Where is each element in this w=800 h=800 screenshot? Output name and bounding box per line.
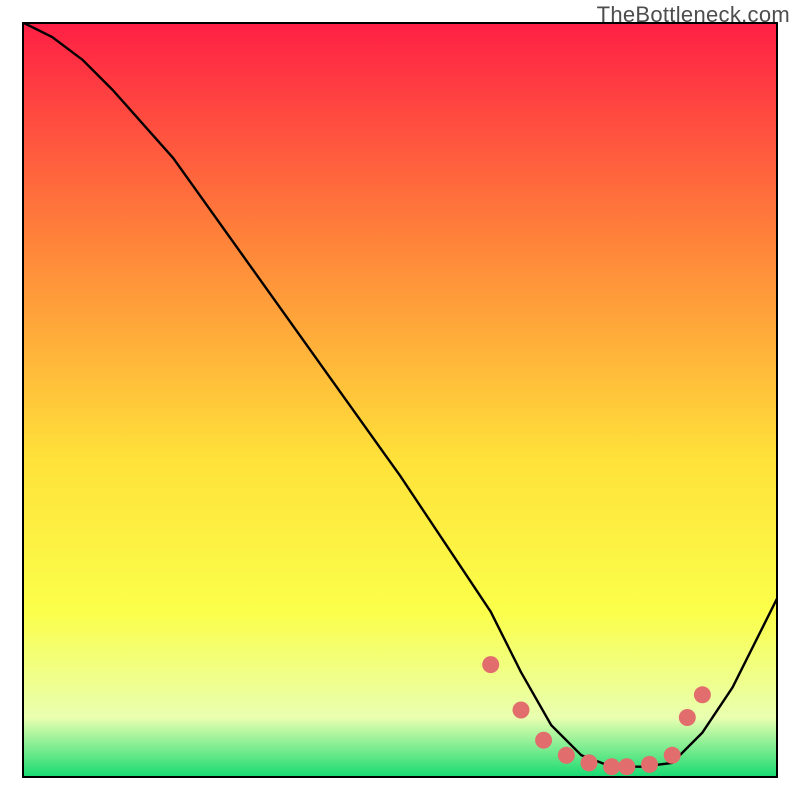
marker-point (558, 747, 575, 764)
marker-point (535, 732, 552, 749)
marker-point (664, 747, 681, 764)
marker-point (679, 709, 696, 726)
chart-frame: TheBottleneck.com (0, 0, 800, 800)
marker-point (618, 758, 635, 775)
chart-svg (22, 22, 778, 778)
gradient-background (22, 22, 778, 778)
watermark-label: TheBottleneck.com (597, 2, 790, 28)
marker-point (581, 754, 598, 771)
plot-area (22, 22, 778, 778)
marker-point (641, 756, 658, 773)
marker-point (513, 702, 530, 719)
marker-point (694, 686, 711, 703)
marker-point (603, 758, 620, 775)
marker-point (482, 656, 499, 673)
